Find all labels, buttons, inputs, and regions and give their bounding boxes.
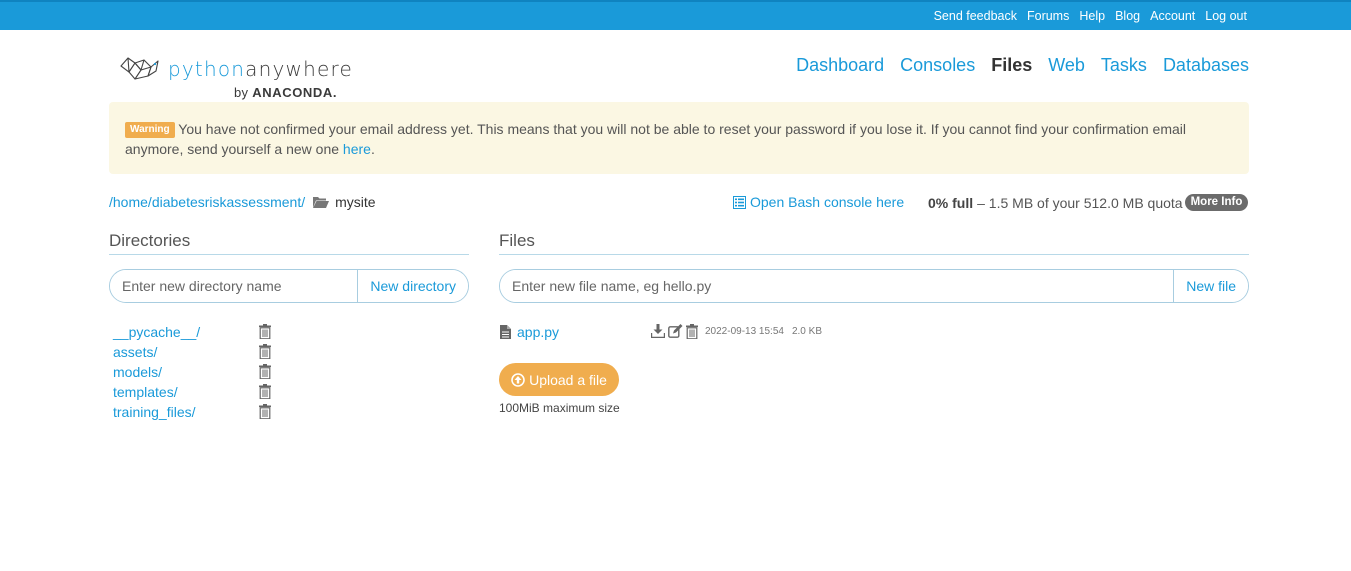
trash-icon[interactable]: [259, 324, 271, 339]
directory-link[interactable]: assets/: [113, 344, 157, 360]
folder-open-icon: [313, 197, 330, 208]
top-links: Send feedback Forums Help Blog Account L…: [934, 9, 1247, 23]
list-item: templates/: [113, 382, 273, 402]
snake-logo-icon: [120, 57, 159, 80]
new-file-input[interactable]: [500, 270, 1174, 302]
nav-consoles[interactable]: Consoles: [900, 55, 975, 76]
account-link[interactable]: Account: [1150, 9, 1195, 23]
trash-icon[interactable]: [259, 384, 271, 399]
upload-size-note: 100MiB maximum size: [499, 401, 620, 415]
nav-databases[interactable]: Databases: [1163, 55, 1249, 76]
breadcrumb-home[interactable]: /home: [109, 194, 148, 210]
nav-tasks[interactable]: Tasks: [1101, 55, 1147, 76]
logo-anywhere-text: anywhere: [245, 57, 353, 81]
directory-list: __pycache__/ assets/ models/ templates/ …: [113, 322, 273, 422]
directories-heading: Directories: [109, 231, 191, 250]
files-heading: Files: [499, 231, 535, 250]
logo-python-text: python: [168, 57, 246, 81]
directory-link[interactable]: training_files/: [113, 404, 196, 420]
divider: [499, 254, 1249, 255]
resend-confirmation-link[interactable]: here: [343, 141, 371, 157]
open-bash-console-link[interactable]: Open Bash console here: [750, 194, 904, 210]
blog-link[interactable]: Blog: [1115, 9, 1140, 23]
trash-icon[interactable]: [259, 344, 271, 359]
quota-percent: 0% full: [928, 194, 974, 211]
send-feedback-link[interactable]: Send feedback: [934, 9, 1017, 23]
warning-badge: Warning: [125, 122, 175, 138]
new-directory-input[interactable]: [110, 270, 358, 302]
email-warning-alert: Warning You have not confirmed your emai…: [109, 102, 1249, 174]
new-directory-button[interactable]: New directory: [357, 270, 468, 302]
more-info-button[interactable]: More Info: [1184, 194, 1249, 211]
list-item: models/: [113, 362, 273, 382]
logout-link[interactable]: Log out: [1205, 9, 1247, 23]
open-bash-console[interactable]: Open Bash console here: [733, 194, 904, 210]
file-meta: 2022-09-13 15:54 2.0 KB: [705, 326, 822, 337]
logo-by-text: by: [234, 85, 249, 100]
breadcrumb-separator: /: [301, 194, 306, 210]
logo-wordmark: pythonanywhere: [168, 57, 353, 81]
top-bar: Send feedback Forums Help Blog Account L…: [0, 0, 1351, 30]
new-file-button[interactable]: New file: [1173, 270, 1248, 302]
upload-arrow-icon: [511, 372, 525, 387]
file-link[interactable]: app.py: [517, 324, 559, 340]
trash-icon[interactable]: [259, 404, 271, 419]
list-item: training_files/: [113, 402, 273, 422]
nav-web[interactable]: Web: [1048, 55, 1085, 76]
new-directory-form: New directory: [109, 269, 469, 303]
pythonanywhere-logo[interactable]: pythonanywhere by ANACONDA.: [118, 54, 352, 102]
file-size: 2.0 KB: [791, 326, 822, 337]
trash-icon[interactable]: [259, 364, 271, 379]
logo-by-anaconda: by ANACONDA.: [234, 85, 337, 100]
breadcrumb-current: mysite: [335, 194, 376, 210]
file-modified: 2022-09-13 15:54: [705, 326, 784, 337]
file-actions: [651, 324, 698, 339]
warning-end: .: [370, 141, 375, 157]
edit-icon[interactable]: [668, 324, 683, 338]
nav-files[interactable]: Files: [991, 55, 1032, 76]
upload-file-button[interactable]: Upload a file: [499, 363, 619, 396]
nav-dashboard[interactable]: Dashboard: [796, 55, 884, 76]
main-nav: Dashboard Consoles Files Web Tasks Datab…: [796, 55, 1249, 76]
divider: [109, 254, 469, 255]
breadcrumb: /home / diabetesriskassessment / mysite: [109, 194, 376, 210]
download-icon[interactable]: [651, 324, 665, 338]
console-list-icon: [733, 195, 746, 209]
directory-link[interactable]: __pycache__/: [113, 324, 200, 340]
trash-icon[interactable]: [686, 324, 698, 339]
storage-quota: 0% full – 1.5 MB of your 512.0 MB quota …: [928, 194, 1249, 211]
directory-link[interactable]: templates/: [113, 384, 178, 400]
warning-text: You have not confirmed your email addres…: [125, 121, 1187, 157]
breadcrumb-user[interactable]: diabetesriskassessment: [152, 194, 301, 210]
upload-file-label: Upload a file: [529, 371, 607, 388]
list-item: __pycache__/: [113, 322, 273, 342]
directory-link[interactable]: models/: [113, 364, 162, 380]
quota-text: – 1.5 MB of your 512.0 MB quota: [977, 194, 1183, 211]
list-item: assets/: [113, 342, 273, 362]
new-file-form: New file: [499, 269, 1249, 303]
forums-link[interactable]: Forums: [1027, 9, 1069, 23]
table-row: app.py 2022-09-13 15:54 2.0 KB: [500, 323, 840, 341]
help-link[interactable]: Help: [1079, 9, 1105, 23]
file-icon: [500, 325, 511, 339]
logo-brand-text: ANACONDA.: [252, 85, 338, 100]
